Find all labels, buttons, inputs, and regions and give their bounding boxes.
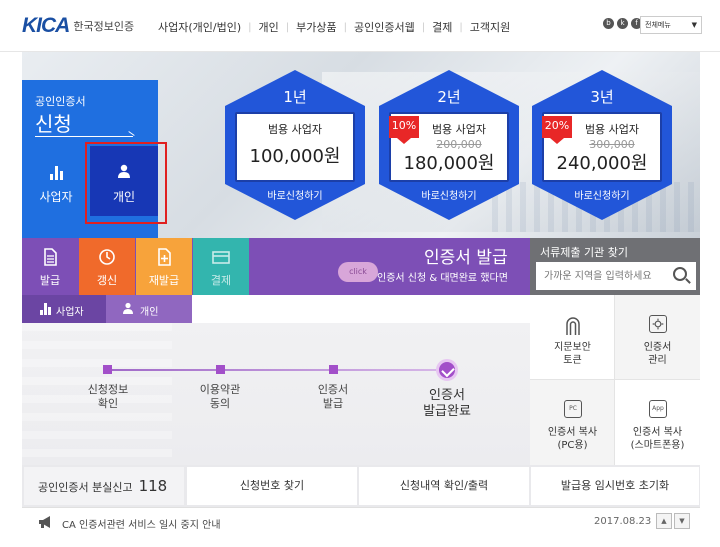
lost-report-hotline[interactable]: 공인인증서 분실신고 118 (24, 467, 184, 505)
blog-icon[interactable]: b (603, 18, 614, 29)
nav-item-business[interactable]: 사업자(개인/법인) (158, 19, 241, 35)
price-value: 100,000원 (249, 146, 341, 167)
price-card-body: 범용 사업자 100,000원 (235, 112, 355, 182)
subtab-business[interactable]: 사업자 (22, 295, 106, 323)
quick-label: 인증서 복사 (PC용) (547, 427, 598, 451)
quick-label: 인증서 복사 (스마트폰용) (630, 427, 685, 451)
notice-prev-button[interactable]: ▲ (656, 513, 672, 529)
price-year: 1년 (283, 88, 307, 106)
add-document-icon (158, 248, 171, 266)
step-label: 신청정보 확인 (87, 383, 129, 410)
find-office-title: 서류제출 기관 찾기 (540, 246, 628, 259)
quick-label: 지문보안 토큰 (554, 342, 591, 366)
price-card-2year[interactable]: 2년 10% 범용 사업자 200,000 180,000원 바로신청하기 (379, 70, 519, 220)
pc-icon: PC (564, 400, 582, 418)
price-value: 240,000원 (556, 153, 648, 174)
subtab-business-label: 사업자 (56, 307, 84, 318)
application-history-button[interactable]: 신청내역 확인/출력 (359, 467, 529, 505)
steps-progress-line (107, 369, 447, 371)
step-marker (216, 365, 225, 374)
nav-item-payment[interactable]: 결제 (432, 19, 452, 35)
document-icon (44, 248, 57, 266)
all-menu-label: 전체메뉴 (645, 21, 671, 29)
app-icon: App (649, 400, 667, 418)
apply-now-button[interactable]: 바로신청하기 (379, 187, 519, 202)
price-category: 범용 사업자 (267, 123, 323, 136)
person-icon (123, 302, 133, 314)
quick-cert-manage[interactable]: 인증서 관리 (615, 295, 700, 380)
step-label: 인증서 발급 (317, 383, 349, 410)
nav-item-support[interactable]: 고객지원 (470, 19, 510, 35)
menu-renew-label: 갱신 (96, 274, 118, 287)
menu-reissue-label: 재발급 (148, 274, 180, 287)
arrow-line-icon (35, 136, 133, 137)
tab-business-label: 사업자 (39, 190, 73, 204)
apply-subtitle: 공인인증서 (35, 95, 86, 108)
step-label-current: 인증서 발급완료 (423, 388, 471, 419)
all-menu-select[interactable]: 전체메뉴 ▼ (640, 16, 702, 34)
notice-date: 2017.08.23 (594, 516, 652, 527)
clock-refresh-icon (99, 249, 115, 265)
band-subtitle: 인증서 신청 & 대면완료 했다면 (377, 273, 508, 284)
megaphone-icon (39, 516, 50, 528)
quick-copy-pc[interactable]: PC 인증서 복사 (PC용) (530, 380, 615, 465)
apply-now-button[interactable]: 바로신청하기 (225, 187, 365, 202)
nav-item-personal[interactable]: 개인 (259, 19, 279, 35)
step-label: 이용약관 동의 (199, 383, 241, 410)
lost-report-number: 118 (138, 477, 168, 495)
reset-temp-number-button[interactable]: 발급용 임시번호 초기화 (531, 467, 699, 505)
quick-fingerprint-token[interactable]: 지문보안 토큰 (530, 295, 615, 380)
price-year: 2년 (437, 88, 461, 106)
tab-business[interactable]: 사업자 (22, 144, 90, 238)
gear-icon (649, 315, 667, 333)
apply-title: 신청 (35, 112, 72, 136)
menu-payment[interactable]: 결제 (193, 238, 249, 295)
quick-label: 인증서 관리 (643, 342, 672, 366)
step-marker (329, 365, 338, 374)
highlight-box (85, 142, 167, 224)
subtab-personal[interactable]: 개인 (106, 295, 192, 323)
chevron-down-icon: ▼ (691, 21, 697, 29)
subtab-personal-label: 개인 (140, 307, 159, 318)
card-icon (212, 251, 230, 264)
bar-chart-icon (40, 303, 52, 315)
menu-renew[interactable]: 갱신 (79, 238, 135, 295)
price-card-1year[interactable]: 1년 범용 사업자 100,000원 바로신청하기 (225, 70, 365, 220)
lost-report-label: 공인인증서 분실신고 (38, 481, 133, 494)
notice-next-button[interactable]: ▼ (674, 513, 690, 529)
quick-copy-smartphone[interactable]: App 인증서 복사 (스마트폰용) (615, 380, 700, 465)
header: KICA 한국정보인증 사업자(개인/법인) | 개인 | 부가상품 | 공인인증서웹… (0, 0, 720, 52)
apply-now-button[interactable]: 바로신청하기 (532, 187, 672, 202)
nav-item-addons[interactable]: 부가상품 (296, 19, 336, 35)
price-category: 범용 사업자 (584, 123, 640, 136)
menu-issue-label: 발급 (39, 274, 61, 287)
price-year: 3년 (590, 88, 614, 106)
logo-text: 한국정보인증 (73, 20, 135, 33)
menu-reissue[interactable]: 재발급 (136, 238, 192, 295)
nav-item-certweb[interactable]: 공인인증서웹 (354, 19, 415, 35)
logo[interactable]: KICA 한국정보인증 (22, 14, 134, 38)
social-links: b k f (603, 18, 645, 29)
find-application-number-button[interactable]: 신청번호 찾기 (187, 467, 357, 505)
click-badge[interactable]: click (338, 262, 378, 282)
price-card-body: 10% 범용 사업자 200,000 180,000원 (389, 112, 509, 182)
step-marker (103, 365, 112, 374)
menu-issue[interactable]: 발급 (22, 238, 78, 295)
region-search-input[interactable] (536, 262, 696, 290)
price-value: 180,000원 (403, 153, 495, 174)
notice-link[interactable]: CA 인증서관련 서비스 일시 중지 안내 (62, 516, 221, 531)
search-icon[interactable] (673, 267, 687, 281)
fingerprint-icon (566, 317, 580, 335)
logo-mark: KICA (22, 14, 70, 37)
price-card-body: 20% 범용 사업자 300,000 240,000원 (542, 112, 662, 182)
price-category: 범용 사업자 (431, 123, 487, 136)
band-title: 인증서 발급 (424, 248, 508, 268)
menu-payment-label: 결제 (210, 274, 232, 287)
price-card-3year[interactable]: 3년 20% 범용 사업자 300,000 240,000원 바로신청하기 (532, 70, 672, 220)
bar-chart-icon (50, 166, 64, 180)
main-nav: 사업자(개인/법인) | 개인 | 부가상품 | 공인인증서웹 | 결제 | 고객지원 (158, 19, 511, 35)
kakao-icon[interactable]: k (617, 18, 628, 29)
check-icon (436, 359, 458, 381)
